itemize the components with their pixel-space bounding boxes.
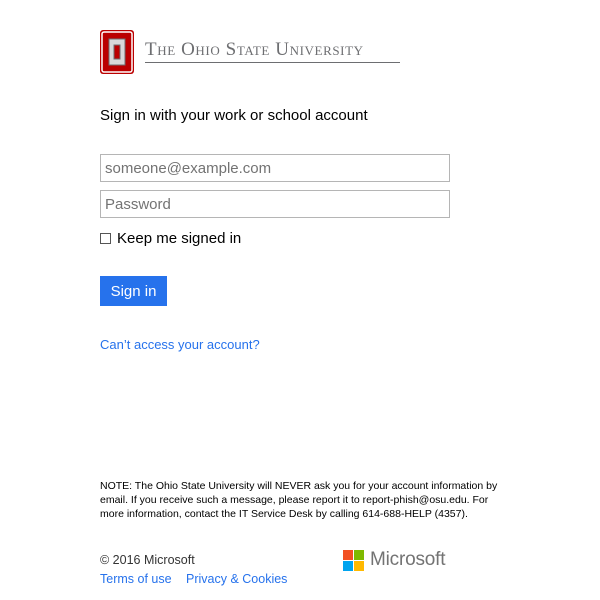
keep-signed-in-checkbox[interactable] (100, 232, 111, 244)
microsoft-squares-icon (343, 549, 364, 571)
sign-in-heading: Sign in with your work or school account (100, 107, 368, 124)
microsoft-wordmark: Microsoft (370, 549, 446, 570)
university-name: The Ohio State University (145, 39, 364, 60)
sign-in-button[interactable]: Sign in (100, 276, 167, 306)
copyright-text: © 2016 Microsoft (100, 553, 195, 567)
block-o-icon (100, 30, 134, 74)
microsoft-logo: Microsoft (343, 549, 445, 571)
password-field[interactable] (100, 190, 450, 218)
keep-signed-in-label[interactable]: Keep me signed in (117, 230, 241, 247)
logo-underline (145, 62, 400, 63)
phishing-notice: NOTE: The Ohio State University will NEV… (100, 480, 498, 520)
privacy-cookies-link[interactable]: Privacy & Cookies (186, 572, 287, 586)
email-field[interactable] (100, 154, 450, 182)
sign-in-page: The Ohio State University Sign in with y… (0, 0, 600, 600)
cant-access-account-link[interactable]: Can’t access your account? (100, 337, 260, 352)
keep-signed-in[interactable]: Keep me signed in (100, 229, 241, 247)
terms-of-use-link[interactable]: Terms of use (100, 572, 172, 586)
university-logo: The Ohio State University (100, 30, 400, 74)
